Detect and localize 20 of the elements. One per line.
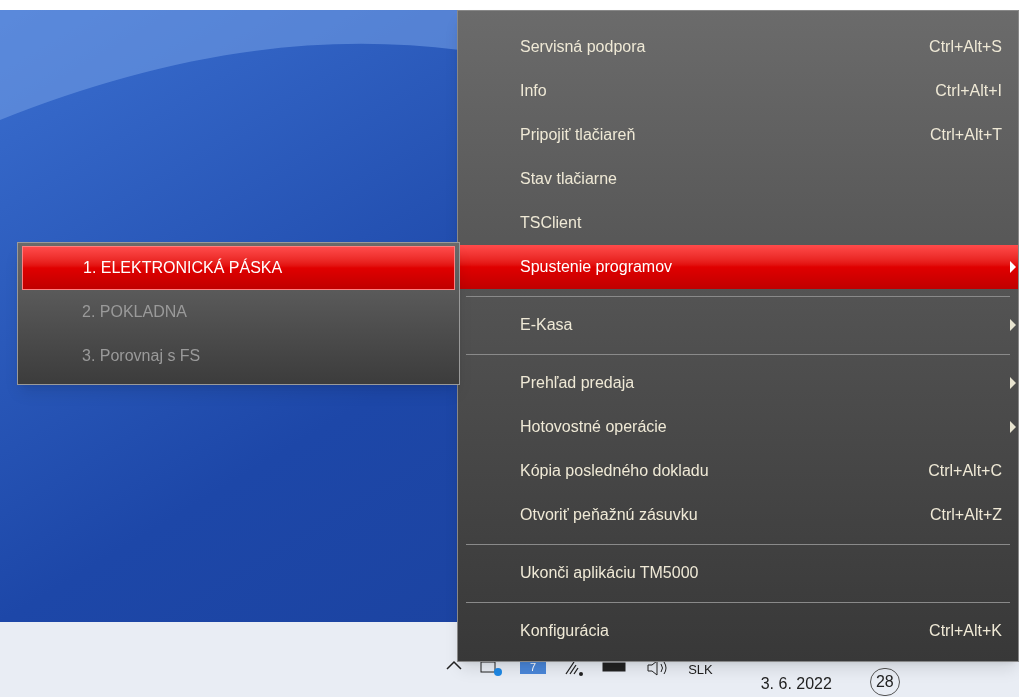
menu-item[interactable]: Info Ctrl+Alt+I (458, 69, 1018, 113)
menu-item[interactable]: Konfigurácia Ctrl+Alt+K (458, 609, 1018, 653)
clock-date[interactable]: 3. 6. 2022 (760, 672, 832, 696)
menu-item[interactable]: TSClient (458, 201, 1018, 245)
menu-item[interactable]: Ukonči aplikáciu TM5000 (458, 551, 1018, 595)
monitor-icon (480, 660, 502, 676)
menu-item[interactable]: Hotovostné operácie (458, 405, 1018, 449)
battery-icon (602, 660, 629, 674)
menu-item[interactable]: Servisná podpora Ctrl+Alt+S (458, 25, 1018, 69)
menu-item[interactable]: Prehľad predaja (458, 361, 1018, 405)
language-indicator[interactable]: SLK (688, 660, 713, 680)
menu-item[interactable]: E-Kasa (458, 303, 1018, 347)
chevron-up-icon (446, 660, 462, 670)
menu-item[interactable]: Kópia posledného dokladu Ctrl+Alt+C (458, 449, 1018, 493)
wifi-icon (564, 660, 585, 676)
menu-item[interactable]: Otvoriť peňažnú zásuvku Ctrl+Alt+Z (458, 493, 1018, 537)
menu-item[interactable]: Spustenie programov (458, 245, 1018, 289)
submenu-item[interactable]: 1. ELEKTRONICKÁ PÁSKA (22, 246, 455, 290)
menu-item[interactable]: Stav tlačiarne (458, 157, 1018, 201)
menu-item[interactable]: Pripojiť tlačiareň Ctrl+Alt+T (458, 113, 1018, 157)
